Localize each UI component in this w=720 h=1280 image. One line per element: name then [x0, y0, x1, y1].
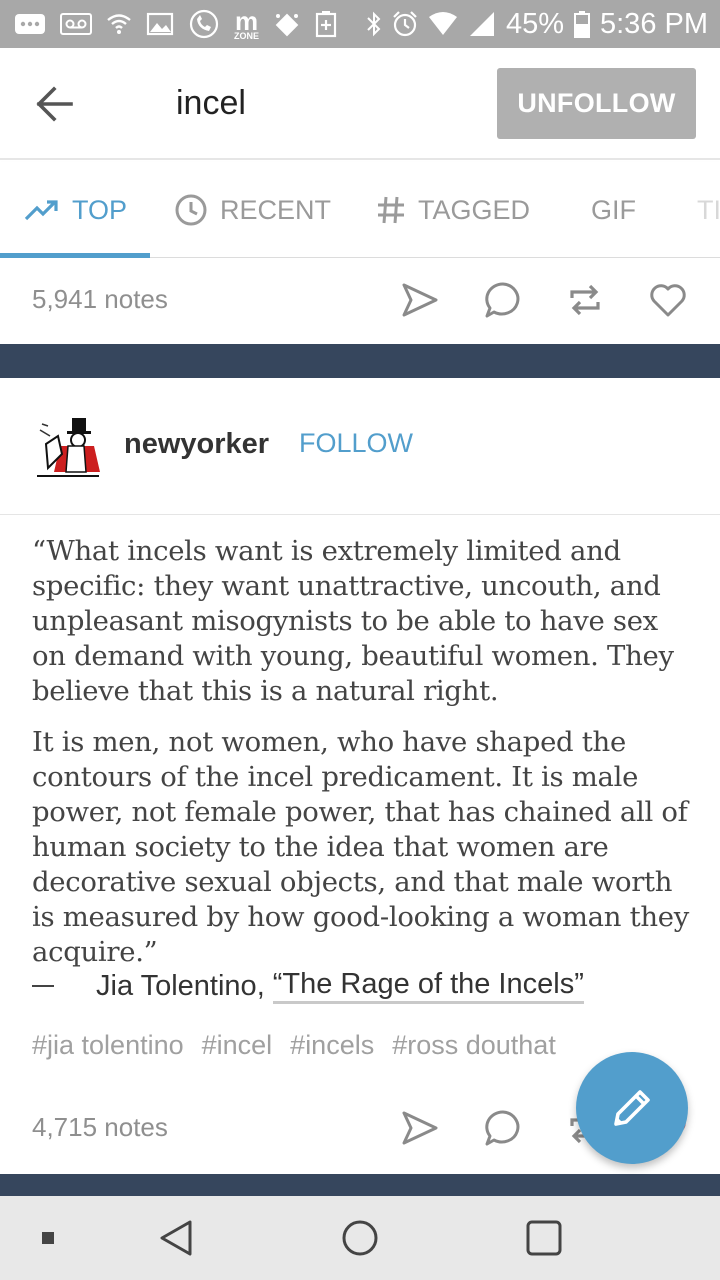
clock-icon: [175, 194, 207, 226]
more-icon: [14, 9, 46, 39]
cell-signal-icon: [468, 9, 496, 39]
blog-name[interactable]: newyorker: [124, 428, 269, 461]
tab-tagged[interactable]: TAGGED: [376, 162, 530, 258]
share-icon[interactable]: [400, 1108, 440, 1148]
battery-icon: [574, 9, 590, 39]
voicemail-icon: [60, 9, 92, 39]
tab-gif[interactable]: GIF: [591, 162, 636, 258]
image-icon: [146, 9, 174, 39]
tag-item[interactable]: #incel: [202, 1030, 273, 1061]
tag-item[interactable]: #incels: [290, 1030, 374, 1061]
pencil-icon: [614, 1090, 650, 1126]
m-zone-letter: m: [234, 5, 259, 36]
notification-icons: m ZONE: [14, 8, 337, 40]
tab-recent[interactable]: RECENT: [174, 162, 331, 258]
tab-top-label: TOP: [72, 194, 128, 225]
tab-tagged-label: TAGGED: [418, 194, 531, 225]
battery-percent: 45%: [505, 7, 564, 40]
heart-icon[interactable]: [648, 280, 688, 320]
m-zone-caption: ZONE: [234, 30, 260, 41]
source-link[interactable]: “The Rage of the Incels”: [272, 968, 584, 1004]
alarm-icon: [392, 9, 418, 39]
avatar[interactable]: [34, 414, 102, 480]
tag-item[interactable]: #ross douthat: [392, 1030, 556, 1061]
quote-paragraph: “What incels want is extremely limited a…: [32, 535, 674, 707]
post-separator: [0, 1174, 720, 1196]
bluetooth-icon: [366, 9, 382, 39]
tag-item[interactable]: #jia tolentino: [32, 1030, 184, 1061]
triangle-back-icon: [160, 1220, 192, 1256]
tab-text[interactable]: TI: [697, 162, 720, 258]
tab-recent-label: RECENT: [220, 194, 332, 225]
arrow-left-icon: [36, 86, 73, 122]
source-dash: [32, 985, 54, 987]
m-zone-icon: m ZONE: [234, 5, 260, 41]
call-icon: [188, 9, 220, 39]
system-nav-bar: [0, 1196, 720, 1280]
post-separator: [0, 344, 720, 378]
tab-top[interactable]: TOP: [24, 162, 127, 258]
menu-dot-button[interactable]: [38, 1228, 58, 1248]
trending-icon: [24, 200, 58, 221]
tab-gif-label: GIF: [591, 194, 636, 225]
hash-icon: [378, 196, 404, 224]
add-icon: [315, 9, 337, 39]
share-icon[interactable]: [400, 280, 440, 320]
compose-button[interactable]: [576, 1052, 688, 1164]
download-icon: [273, 9, 301, 39]
previous-post-footer: 5,941 notes: [0, 258, 720, 342]
search-term: incel: [176, 84, 246, 122]
tab-text-label: TI: [697, 194, 720, 225]
circle-home-icon: [342, 1220, 378, 1256]
search-header: incel UNFOLLOW: [0, 48, 720, 160]
square-dot-icon: [42, 1232, 54, 1244]
unfollow-button[interactable]: UNFOLLOW: [497, 68, 696, 139]
reply-icon[interactable]: [483, 1108, 523, 1148]
clock: 5:36 PM: [600, 7, 708, 40]
follow-button[interactable]: FOLLOW: [299, 428, 413, 459]
tab-bar: TOP RECENT TAGGED GIF TI: [0, 162, 720, 258]
notes-count[interactable]: 4,715 notes: [32, 1112, 168, 1143]
reblog-icon[interactable]: [565, 280, 605, 320]
nav-back-button[interactable]: [154, 1216, 198, 1260]
nav-recents-button[interactable]: [522, 1216, 566, 1260]
notes-count[interactable]: 5,941 notes: [32, 284, 168, 315]
quote-source: Jia Tolentino, “The Rage of the Incels”: [32, 968, 584, 1004]
wifi-icon: [106, 9, 132, 39]
quote-paragraph: It is men, not women, who have shaped th…: [32, 726, 689, 968]
square-recents-icon: [526, 1220, 562, 1256]
nav-home-button[interactable]: [338, 1216, 382, 1260]
newyorker-logo-icon: [34, 414, 102, 480]
post-header: newyorker FOLLOW: [0, 378, 720, 515]
quote-body: “What incels want is extremely limited a…: [32, 534, 692, 970]
tag-list: #jia tolentino #incel #incels #ross dout…: [32, 1030, 556, 1061]
source-author: Jia Tolentino,: [96, 969, 265, 1002]
status-bar: m ZONE 45% 5:36 PM: [0, 0, 720, 48]
back-button[interactable]: [34, 86, 74, 122]
system-indicators: 45% 5:36 PM: [366, 8, 708, 40]
wifi-signal-icon: [428, 9, 458, 39]
reply-icon[interactable]: [483, 280, 523, 320]
